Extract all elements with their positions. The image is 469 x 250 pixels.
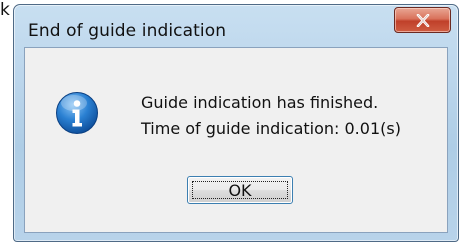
information-icon	[56, 92, 98, 134]
close-x-icon	[416, 14, 430, 27]
ok-button[interactable]: OK	[187, 176, 293, 204]
close-button[interactable]	[394, 7, 451, 33]
dialog-message: Guide indication has finished. Time of g…	[141, 90, 401, 142]
dialog-title: End of guide indication	[28, 21, 227, 41]
ok-button-label: OK	[228, 181, 252, 200]
message-line-finished: Guide indication has finished.	[141, 93, 379, 112]
dialog-window: End of guide indication Guide indication…	[13, 4, 459, 242]
background-text-fragment: k	[0, 0, 10, 20]
message-line-time: Time of guide indication: 0.01(s)	[141, 119, 401, 138]
dialog-content-panel: Guide indication has finished. Time of g…	[24, 47, 448, 233]
